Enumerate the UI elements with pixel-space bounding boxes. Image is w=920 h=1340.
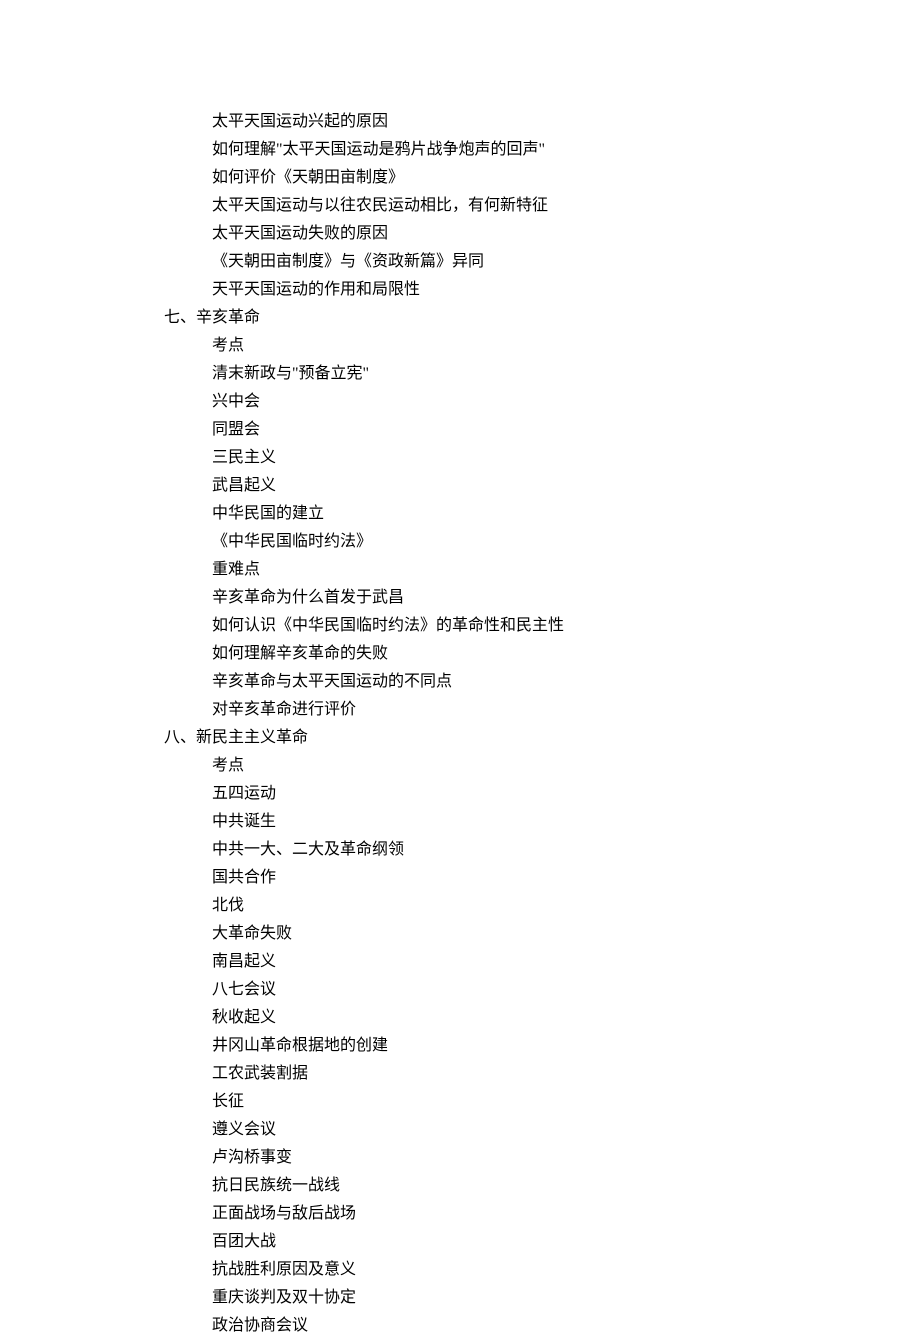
list-item: 考点 [164,752,920,780]
document-page: 太平天国运动兴起的原因 如何理解"太平天国运动是鸦片战争炮声的回声" 如何评价《… [0,0,920,1340]
list-item: 北伐 [164,892,920,920]
list-item: 辛亥革命为什么首发于武昌 [164,584,920,612]
list-item: 清末新政与"预备立宪" [164,360,920,388]
list-item: 如何评价《天朝田亩制度》 [164,164,920,192]
list-item: 中共一大、二大及革命纲领 [164,836,920,864]
list-item: 百团大战 [164,1228,920,1256]
list-item: 太平天国运动与以往农民运动相比，有何新特征 [164,192,920,220]
list-item: 秋收起义 [164,1004,920,1032]
list-item: 中华民国的建立 [164,500,920,528]
list-item: 太平天国运动兴起的原因 [164,108,920,136]
list-item: 中共诞生 [164,808,920,836]
list-item: 武昌起义 [164,472,920,500]
list-item: 考点 [164,332,920,360]
list-item: 南昌起义 [164,948,920,976]
list-item: 太平天国运动失败的原因 [164,220,920,248]
list-item: 抗战胜利原因及意义 [164,1256,920,1284]
list-item: 正面战场与敌后战场 [164,1200,920,1228]
list-item: 三民主义 [164,444,920,472]
list-item: 重难点 [164,556,920,584]
list-item: 天平天国运动的作用和局限性 [164,276,920,304]
list-item: 政治协商会议 [164,1312,920,1340]
list-item: 如何理解辛亥革命的失败 [164,640,920,668]
list-item: 卢沟桥事变 [164,1144,920,1172]
list-item: 大革命失败 [164,920,920,948]
list-item: 如何理解"太平天国运动是鸦片战争炮声的回声" [164,136,920,164]
list-item: 长征 [164,1088,920,1116]
list-item: 遵义会议 [164,1116,920,1144]
section-title-7: 七、辛亥革命 [164,304,920,332]
list-item: 兴中会 [164,388,920,416]
list-item: 工农武装割据 [164,1060,920,1088]
list-item: 对辛亥革命进行评价 [164,696,920,724]
list-item: 同盟会 [164,416,920,444]
list-item: 重庆谈判及双十协定 [164,1284,920,1312]
list-item: 《中华民国临时约法》 [164,528,920,556]
list-item: 井冈山革命根据地的创建 [164,1032,920,1060]
list-item: 八七会议 [164,976,920,1004]
list-item: 国共合作 [164,864,920,892]
list-item: 五四运动 [164,780,920,808]
list-item: 抗日民族统一战线 [164,1172,920,1200]
list-item: 辛亥革命与太平天国运动的不同点 [164,668,920,696]
list-item: 如何认识《中华民国临时约法》的革命性和民主性 [164,612,920,640]
section-title-8: 八、新民主主义革命 [164,724,920,752]
list-item: 《天朝田亩制度》与《资政新篇》异同 [164,248,920,276]
